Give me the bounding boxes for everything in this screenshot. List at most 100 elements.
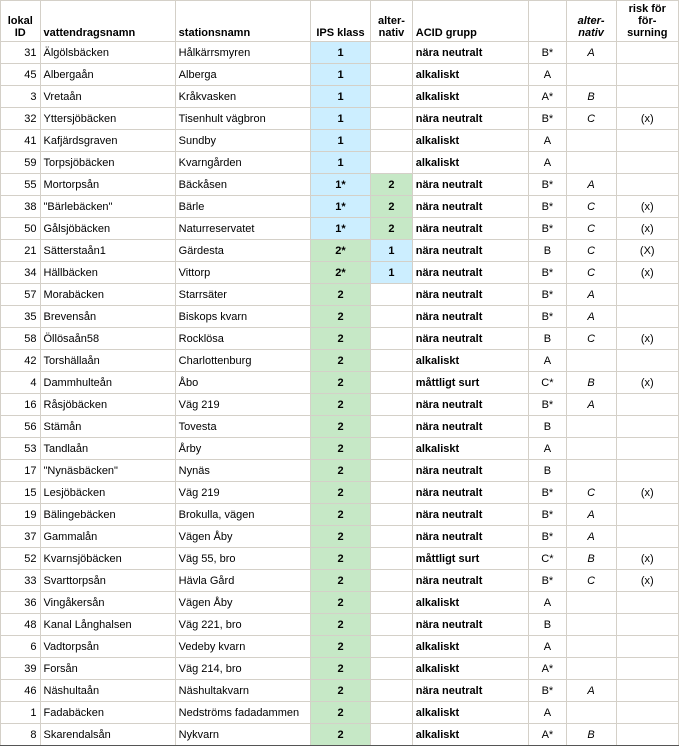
- cell-risk: [616, 460, 678, 482]
- cell-alt: [371, 702, 413, 724]
- cell-alt: 2: [371, 218, 413, 240]
- cell-b: A: [529, 702, 566, 724]
- cell-ips: 1*: [310, 196, 370, 218]
- cell-acid: nära neutralt: [412, 526, 528, 548]
- cell-vat: Lesjöbäcken: [40, 482, 175, 504]
- table-header: lokalID vattendragsnamn stationsnamn IPS…: [1, 1, 679, 42]
- th-lokal-id: lokalID: [1, 1, 41, 42]
- table-row: 31ÄlgölsbäckenHålkärrsmyren1nära neutral…: [1, 42, 679, 64]
- cell-ips: 2: [310, 680, 370, 702]
- cell-id: 46: [1, 680, 41, 702]
- table-row: 33SvarttorpsånHävla Gård2nära neutraltB*…: [1, 570, 679, 592]
- cell-acid: nära neutralt: [412, 108, 528, 130]
- cell-vat: Näshultaån: [40, 680, 175, 702]
- table-row: 56StämånTovesta2nära neutraltB: [1, 416, 679, 438]
- cell-acid: nära neutralt: [412, 174, 528, 196]
- cell-vat: Svarttorpsån: [40, 570, 175, 592]
- cell-id: 36: [1, 592, 41, 614]
- cell-risk: [616, 350, 678, 372]
- cell-b: B*: [529, 196, 566, 218]
- cell-acid: nära neutralt: [412, 284, 528, 306]
- cell-risk: [616, 658, 678, 680]
- cell-a2: A: [566, 174, 616, 196]
- table-row: 16RåsjöbäckenVäg 2192nära neutraltB*A: [1, 394, 679, 416]
- cell-alt: [371, 284, 413, 306]
- table-row: 58Öllösaån58Rocklösa2nära neutraltBC(x): [1, 328, 679, 350]
- cell-stn: Tovesta: [175, 416, 310, 438]
- cell-alt: [371, 570, 413, 592]
- cell-a2: C: [566, 482, 616, 504]
- cell-id: 59: [1, 152, 41, 174]
- cell-risk: [616, 42, 678, 64]
- cell-risk: [616, 174, 678, 196]
- cell-alt: [371, 416, 413, 438]
- cell-risk: [616, 680, 678, 702]
- cell-acid: alkaliskt: [412, 64, 528, 86]
- cell-a2: B: [566, 86, 616, 108]
- cell-a2: [566, 416, 616, 438]
- cell-risk: (x): [616, 328, 678, 350]
- cell-ips: 2: [310, 394, 370, 416]
- cell-id: 38: [1, 196, 41, 218]
- cell-risk: [616, 526, 678, 548]
- cell-b: B: [529, 328, 566, 350]
- cell-a2: [566, 702, 616, 724]
- cell-alt: 1: [371, 240, 413, 262]
- cell-acid: nära neutralt: [412, 614, 528, 636]
- cell-ips: 2: [310, 636, 370, 658]
- cell-a2: [566, 438, 616, 460]
- cell-id: 52: [1, 548, 41, 570]
- cell-risk: [616, 152, 678, 174]
- cell-b: A: [529, 130, 566, 152]
- cell-acid: nära neutralt: [412, 196, 528, 218]
- cell-risk: [616, 614, 678, 636]
- cell-acid: nära neutralt: [412, 570, 528, 592]
- cell-ips: 2: [310, 592, 370, 614]
- cell-acid: nära neutralt: [412, 394, 528, 416]
- cell-id: 16: [1, 394, 41, 416]
- cell-acid: alkaliskt: [412, 724, 528, 746]
- table-row: 50GålsjöbäckenNaturreservatet1*2nära neu…: [1, 218, 679, 240]
- cell-a2: C: [566, 196, 616, 218]
- cell-ips: 2: [310, 350, 370, 372]
- table-row: 32YttersjöbäckenTisenhult vägbron1nära n…: [1, 108, 679, 130]
- table-row: 34HällbäckenVittorp2*1nära neutraltB*C(x…: [1, 262, 679, 284]
- cell-ips: 2: [310, 724, 370, 746]
- table-row: 38"Bärlebäcken"Bärle1*2nära neutraltB*C(…: [1, 196, 679, 218]
- cell-a2: C: [566, 570, 616, 592]
- cell-risk: [616, 306, 678, 328]
- cell-risk: [616, 504, 678, 526]
- cell-b: A: [529, 636, 566, 658]
- th-risk: risk förför-surning: [616, 1, 678, 42]
- cell-stn: Tisenhult vägbron: [175, 108, 310, 130]
- cell-stn: Alberga: [175, 64, 310, 86]
- cell-vat: Sätterstaån1: [40, 240, 175, 262]
- cell-stn: Biskops kvarn: [175, 306, 310, 328]
- table-row: 42TorshällaånCharlottenburg2alkalisktA: [1, 350, 679, 372]
- cell-a2: [566, 152, 616, 174]
- cell-stn: Vägen Åby: [175, 526, 310, 548]
- cell-vat: Kanal Långhalsen: [40, 614, 175, 636]
- cell-id: 57: [1, 284, 41, 306]
- cell-a2: C: [566, 108, 616, 130]
- cell-acid: alkaliskt: [412, 658, 528, 680]
- cell-a2: A: [566, 394, 616, 416]
- cell-stn: Årby: [175, 438, 310, 460]
- cell-id: 15: [1, 482, 41, 504]
- cell-stn: Sundby: [175, 130, 310, 152]
- table-row: 59TorpsjöbäckenKvarngården1alkalisktA: [1, 152, 679, 174]
- cell-vat: Brevensån: [40, 306, 175, 328]
- cell-risk: (x): [616, 570, 678, 592]
- cell-a2: [566, 64, 616, 86]
- cell-b: A: [529, 350, 566, 372]
- cell-vat: Kafjärdsgraven: [40, 130, 175, 152]
- cell-ips: 2*: [310, 240, 370, 262]
- table-row: 57MorabäckenStarrsäter2nära neutraltB*A: [1, 284, 679, 306]
- cell-id: 34: [1, 262, 41, 284]
- table-row: 52KvarnsjöbäckenVäg 55, bro2måttligt sur…: [1, 548, 679, 570]
- data-table: lokalID vattendragsnamn stationsnamn IPS…: [0, 0, 679, 746]
- cell-alt: [371, 680, 413, 702]
- cell-id: 21: [1, 240, 41, 262]
- cell-risk: (x): [616, 372, 678, 394]
- cell-id: 39: [1, 658, 41, 680]
